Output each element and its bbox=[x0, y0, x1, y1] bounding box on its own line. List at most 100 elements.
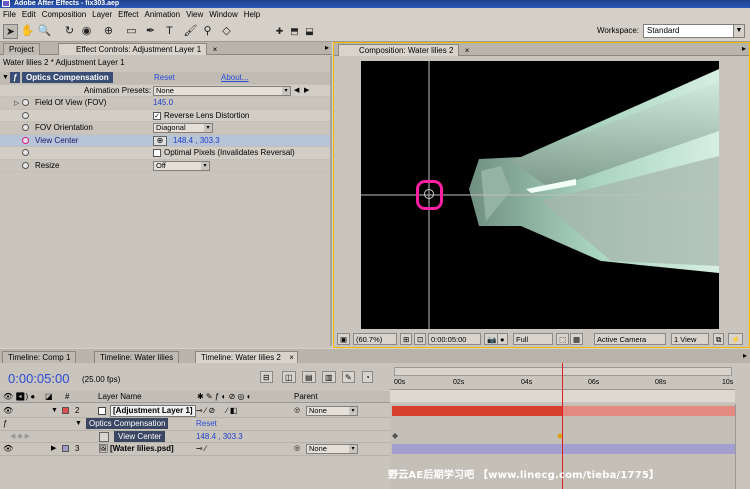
timeline-timecode[interactable]: 0:00:05:00 bbox=[8, 371, 69, 386]
time-navigator[interactable] bbox=[394, 367, 732, 376]
tab-effect-controls[interactable]: Effect Controls: Adjustment Layer 1 × bbox=[58, 43, 217, 55]
tab-timeline-comp1[interactable]: Timeline: Comp 1 bbox=[2, 351, 77, 363]
panel-divider[interactable] bbox=[330, 56, 332, 346]
hand-tool-icon[interactable]: ✋ bbox=[20, 24, 35, 39]
stopwatch-icon[interactable] bbox=[22, 161, 29, 169]
stopwatch-icon[interactable] bbox=[22, 124, 29, 131]
close-icon[interactable]: × bbox=[465, 45, 470, 57]
pickwhip-icon[interactable]: ◎ bbox=[294, 443, 300, 455]
optimal-pixels-checkbox[interactable] bbox=[153, 149, 161, 157]
stopwatch-icon[interactable] bbox=[22, 149, 29, 156]
tab-timeline-water-lilies-2[interactable]: Timeline: Water lilies 2 × bbox=[195, 351, 298, 363]
live-update-icon[interactable]: ◫ bbox=[282, 371, 296, 383]
twirl-closed-icon[interactable]: ▷ bbox=[14, 98, 19, 110]
brush-tool-icon[interactable]: 🖌 bbox=[183, 24, 198, 39]
menu-view[interactable]: View bbox=[183, 8, 206, 21]
stopwatch-icon[interactable] bbox=[22, 111, 29, 119]
twirl-open-icon[interactable]: ▼ bbox=[51, 405, 58, 417]
animation-presets-dropdown[interactable]: None ▾ bbox=[153, 85, 291, 96]
menu-effect[interactable]: Effect bbox=[115, 8, 141, 21]
text-tool-icon[interactable]: T bbox=[162, 24, 177, 39]
resolution-dropdown[interactable]: Full bbox=[513, 333, 553, 345]
comp-mini-flowchart-icon[interactable]: ⊟ bbox=[260, 371, 273, 383]
twirl-open-icon[interactable]: ▼ bbox=[2, 72, 9, 84]
eraser-tool-icon[interactable]: ◇ bbox=[219, 24, 234, 39]
effect-reset-link[interactable]: Reset bbox=[196, 418, 217, 430]
panel-menu-icon[interactable]: ▸ bbox=[743, 351, 747, 360]
menu-animation[interactable]: Animation bbox=[141, 8, 183, 21]
always-preview-icon[interactable]: ▣ bbox=[337, 333, 351, 345]
menu-help[interactable]: Help bbox=[241, 8, 263, 21]
composition-viewer[interactable] bbox=[361, 61, 719, 329]
region-of-interest-icon[interactable]: ⬚ bbox=[556, 333, 570, 345]
safe-zones-icon[interactable]: ⊡ bbox=[414, 333, 427, 345]
color-channel-icon[interactable]: ● bbox=[497, 333, 508, 345]
menu-edit[interactable]: Edit bbox=[19, 8, 39, 21]
tab-composition[interactable]: Composition: Water lilies 2 × bbox=[338, 44, 469, 56]
timeline-scrollbar[interactable] bbox=[735, 404, 750, 489]
layer-name[interactable]: [Adjustment Layer 1] bbox=[110, 405, 196, 417]
label-color-icon[interactable] bbox=[62, 407, 69, 414]
layer-bar-3[interactable] bbox=[392, 444, 735, 454]
selection-tool-icon[interactable]: ➤ bbox=[3, 24, 18, 39]
frame-blending-icon[interactable]: ▥ bbox=[322, 371, 336, 383]
pen-tool-icon[interactable]: ✒ bbox=[143, 24, 158, 39]
close-icon[interactable]: × bbox=[213, 44, 218, 56]
comp-timecode[interactable]: 0:00:05:00 bbox=[428, 333, 481, 345]
axis-mode-icon[interactable]: ✚ bbox=[272, 24, 287, 39]
stopwatch-active-icon[interactable] bbox=[99, 431, 109, 442]
twirl-closed-icon[interactable]: ▶ bbox=[51, 443, 56, 455]
view-center-value[interactable]: 148.4 , 303.3 bbox=[196, 431, 243, 443]
view-axis-icon[interactable]: ⬓ bbox=[302, 24, 317, 39]
effect-about-link[interactable]: About... bbox=[221, 72, 249, 84]
views-dropdown[interactable]: 1 View bbox=[671, 333, 709, 345]
zoom-tool-icon[interactable]: 🔍 bbox=[37, 24, 52, 39]
fx-icon[interactable]: ƒ bbox=[3, 418, 7, 430]
rectangle-mask-tool-icon[interactable]: ▭ bbox=[124, 24, 139, 39]
crosshair-icon[interactable]: ⊕ bbox=[153, 135, 167, 146]
layer-row-3[interactable]: 👁 ▶ 3 🖼 [Water lilies.psd] ⊸ ∕ ◎ None ▾ bbox=[0, 443, 390, 456]
tab-project[interactable]: Project bbox=[3, 43, 40, 55]
reverse-lens-checkbox[interactable]: ✓ bbox=[153, 111, 161, 120]
panel-menu-icon[interactable]: ▸ bbox=[742, 44, 746, 53]
transparency-grid-icon[interactable]: ▦ bbox=[570, 333, 584, 345]
prev-preset-icon[interactable]: ◀ bbox=[294, 85, 299, 97]
tab-timeline-water-lilies[interactable]: Timeline: Water lilies bbox=[94, 351, 180, 363]
time-ruler[interactable]: 00s 02s 04s 06s 08s 10s bbox=[390, 363, 750, 403]
layer-row-2[interactable]: 👁 ▼ 2 [Adjustment Layer 1] ⊸ ∕ ⊘ ∕ ◧ ◎ N… bbox=[0, 405, 390, 418]
keyframe-nav-icon[interactable]: ◀ ◆ ▶ bbox=[10, 431, 30, 443]
next-preset-icon[interactable]: ▶ bbox=[304, 85, 309, 97]
parent-dropdown[interactable]: None ▾ bbox=[306, 444, 358, 454]
keyframe-icon[interactable]: ◆ bbox=[392, 431, 398, 440]
orbit-camera-tool-icon[interactable]: ◉ bbox=[79, 24, 94, 39]
brainstorm-icon[interactable]: ✎ bbox=[342, 371, 355, 383]
view-center-property[interactable]: View Center bbox=[114, 430, 166, 442]
rotate-tool-icon[interactable]: ↻ bbox=[62, 24, 77, 39]
param-value-view-center[interactable]: 148.4 , 303.3 bbox=[173, 135, 220, 147]
pickwhip-icon[interactable]: ◎ bbox=[294, 405, 300, 417]
menu-composition[interactable]: Composition bbox=[39, 8, 89, 21]
effect-layer-name[interactable]: Optics Compensation bbox=[86, 418, 169, 429]
layer-bar-2[interactable] bbox=[392, 406, 562, 416]
grid-icon[interactable]: ⊞ bbox=[400, 333, 413, 345]
menu-layer[interactable]: Layer bbox=[89, 8, 115, 21]
panel-menu-icon[interactable]: ▸ bbox=[325, 43, 329, 52]
twirl-open-icon[interactable]: ▼ bbox=[75, 418, 82, 430]
effect-name[interactable]: Optics Compensation bbox=[22, 72, 113, 83]
fast-preview-icon[interactable]: ⚡ bbox=[728, 333, 744, 345]
stopwatch-active-icon[interactable] bbox=[22, 136, 29, 144]
menu-window[interactable]: Window bbox=[206, 8, 240, 21]
visibility-icon[interactable]: 👁 bbox=[3, 443, 13, 455]
layer-switches-icon[interactable]: ⊸ ∕ ⊘ ∕ ◧ bbox=[196, 405, 237, 417]
clone-stamp-tool-icon[interactable]: ⚲ bbox=[200, 24, 215, 39]
zoom-level[interactable]: (60.7%) bbox=[353, 333, 397, 345]
camera-dropdown[interactable]: Active Camera bbox=[594, 333, 666, 345]
graph-editor-icon[interactable]: ◔ bbox=[362, 371, 373, 383]
resize-dropdown[interactable]: Off ▾ bbox=[153, 160, 210, 171]
stopwatch-icon[interactable] bbox=[22, 99, 29, 106]
effect-reset-link[interactable]: Reset bbox=[154, 72, 175, 84]
world-axis-icon[interactable]: ⬒ bbox=[287, 24, 302, 39]
fov-orientation-dropdown[interactable]: Diagonal ▾ bbox=[153, 123, 213, 133]
fx-switch-icon[interactable]: ƒ bbox=[10, 72, 21, 83]
layer-switches-icon[interactable]: ⊸ ∕ bbox=[196, 443, 206, 455]
